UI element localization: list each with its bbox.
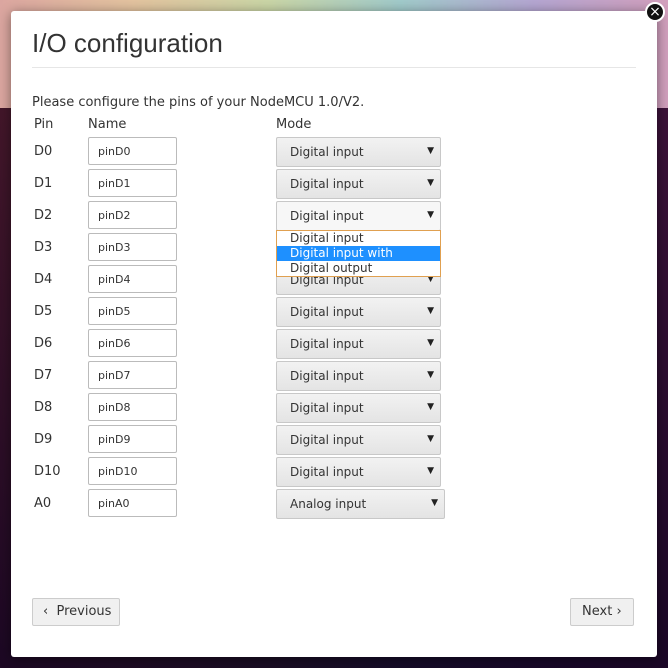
dropdown-option[interactable]: Digital output <box>277 261 440 276</box>
mode-select[interactable]: Digital input ▼ <box>276 457 441 487</box>
mode-select-value: Digital input <box>290 177 364 191</box>
chevron-down-icon: ▼ <box>427 306 434 316</box>
pin-label: D7 <box>34 368 53 383</box>
pin-label: D0 <box>34 144 53 159</box>
chevron-down-icon: ▼ <box>427 370 434 380</box>
pin-name-input[interactable] <box>88 457 177 485</box>
mode-select[interactable]: Digital input ▼ <box>276 137 441 167</box>
pin-name-input[interactable] <box>88 329 177 357</box>
pin-name-input[interactable] <box>88 393 177 421</box>
close-icon: × <box>649 4 661 20</box>
dropdown-option-highlighted[interactable]: Digital input with trigger <box>277 246 440 275</box>
pin-name-input[interactable] <box>88 489 177 517</box>
mode-select[interactable]: Digital input ▼ <box>276 425 441 455</box>
mode-select[interactable]: Digital input ▼ <box>276 201 441 231</box>
chevron-down-icon: ▼ <box>427 210 434 220</box>
mode-select[interactable]: Digital input ▼ <box>276 393 441 423</box>
header-pin: Pin <box>34 117 54 132</box>
chevron-down-icon: ▼ <box>431 498 438 508</box>
previous-button[interactable]: ‹ Previous <box>32 598 120 626</box>
chevron-down-icon: ▼ <box>427 338 434 348</box>
mode-select-value: Digital input <box>290 369 364 383</box>
io-config-dialog: I/O configuration Please configure the p… <box>11 11 657 657</box>
header-name: Name <box>88 117 127 132</box>
pin-label: D1 <box>34 176 53 191</box>
pin-label: D4 <box>34 272 53 287</box>
chevron-down-icon: ▼ <box>427 402 434 412</box>
chevron-down-icon: ▼ <box>427 466 434 476</box>
pin-row: D0 Digital input ▼ <box>11 137 657 167</box>
dropdown-option[interactable]: Digital input <box>277 231 440 246</box>
pin-name-input[interactable] <box>88 169 177 197</box>
pin-name-input[interactable] <box>88 265 177 293</box>
mode-select[interactable]: Digital input ▼ <box>276 329 441 359</box>
next-label: Next <box>582 604 613 619</box>
pin-name-input[interactable] <box>88 361 177 389</box>
mode-select[interactable]: Digital input ▼ <box>276 169 441 199</box>
mode-dropdown-list: Digital input Digital input with trigger… <box>276 230 441 277</box>
chevron-right-icon: › <box>616 604 622 619</box>
previous-label: Previous <box>56 604 112 619</box>
close-button[interactable]: × <box>645 2 665 22</box>
pin-label: D5 <box>34 304 53 319</box>
chevron-down-icon: ▼ <box>427 146 434 156</box>
pin-row: D10 Digital input ▼ <box>11 457 657 487</box>
pin-label: D3 <box>34 240 53 255</box>
mode-select-value: Digital input <box>290 401 364 415</box>
dialog-title: I/O configuration <box>32 28 223 58</box>
pin-row: D6 Digital input ▼ <box>11 329 657 359</box>
mode-select-value: Digital input <box>290 465 364 479</box>
mode-select-value: Digital input <box>290 337 364 351</box>
pin-label: D8 <box>34 400 53 415</box>
mode-select[interactable]: Digital input ▼ <box>276 361 441 391</box>
pin-name-input[interactable] <box>88 233 177 261</box>
chevron-left-icon: ‹ <box>43 604 49 619</box>
header-mode: Mode <box>276 117 312 132</box>
pin-row: D5 Digital input ▼ <box>11 297 657 327</box>
pin-name-input[interactable] <box>88 201 177 229</box>
mode-select-value: Digital input <box>290 209 364 223</box>
mode-select-value: Digital input <box>290 305 364 319</box>
pin-row: A0 Analog input ▼ <box>11 489 657 519</box>
pin-label: D9 <box>34 432 53 447</box>
intro-text: Please configure the pins of your NodeMC… <box>32 95 365 110</box>
chevron-down-icon: ▼ <box>427 178 434 188</box>
pin-row: D2 Digital input ▼ <box>11 201 657 231</box>
pin-name-input[interactable] <box>88 297 177 325</box>
mode-select-value: Digital input <box>290 433 364 447</box>
pin-row: D7 Digital input ▼ <box>11 361 657 391</box>
pin-label: D6 <box>34 336 53 351</box>
mode-select[interactable]: Digital input ▼ <box>276 297 441 327</box>
pin-label: A0 <box>34 496 52 511</box>
mode-select-value: Analog input <box>290 497 367 511</box>
pin-label: D10 <box>34 464 61 479</box>
pin-row: D1 Digital input ▼ <box>11 169 657 199</box>
mode-select[interactable]: Analog input ▼ <box>276 489 445 519</box>
pin-label: D2 <box>34 208 53 223</box>
title-divider <box>32 67 636 68</box>
next-button[interactable]: Next › <box>570 598 634 626</box>
pin-name-input[interactable] <box>88 137 177 165</box>
pin-row: D9 Digital input ▼ <box>11 425 657 455</box>
pin-name-input[interactable] <box>88 425 177 453</box>
chevron-down-icon: ▼ <box>427 434 434 444</box>
mode-select-value: Digital input <box>290 145 364 159</box>
pin-row: D8 Digital input ▼ <box>11 393 657 423</box>
